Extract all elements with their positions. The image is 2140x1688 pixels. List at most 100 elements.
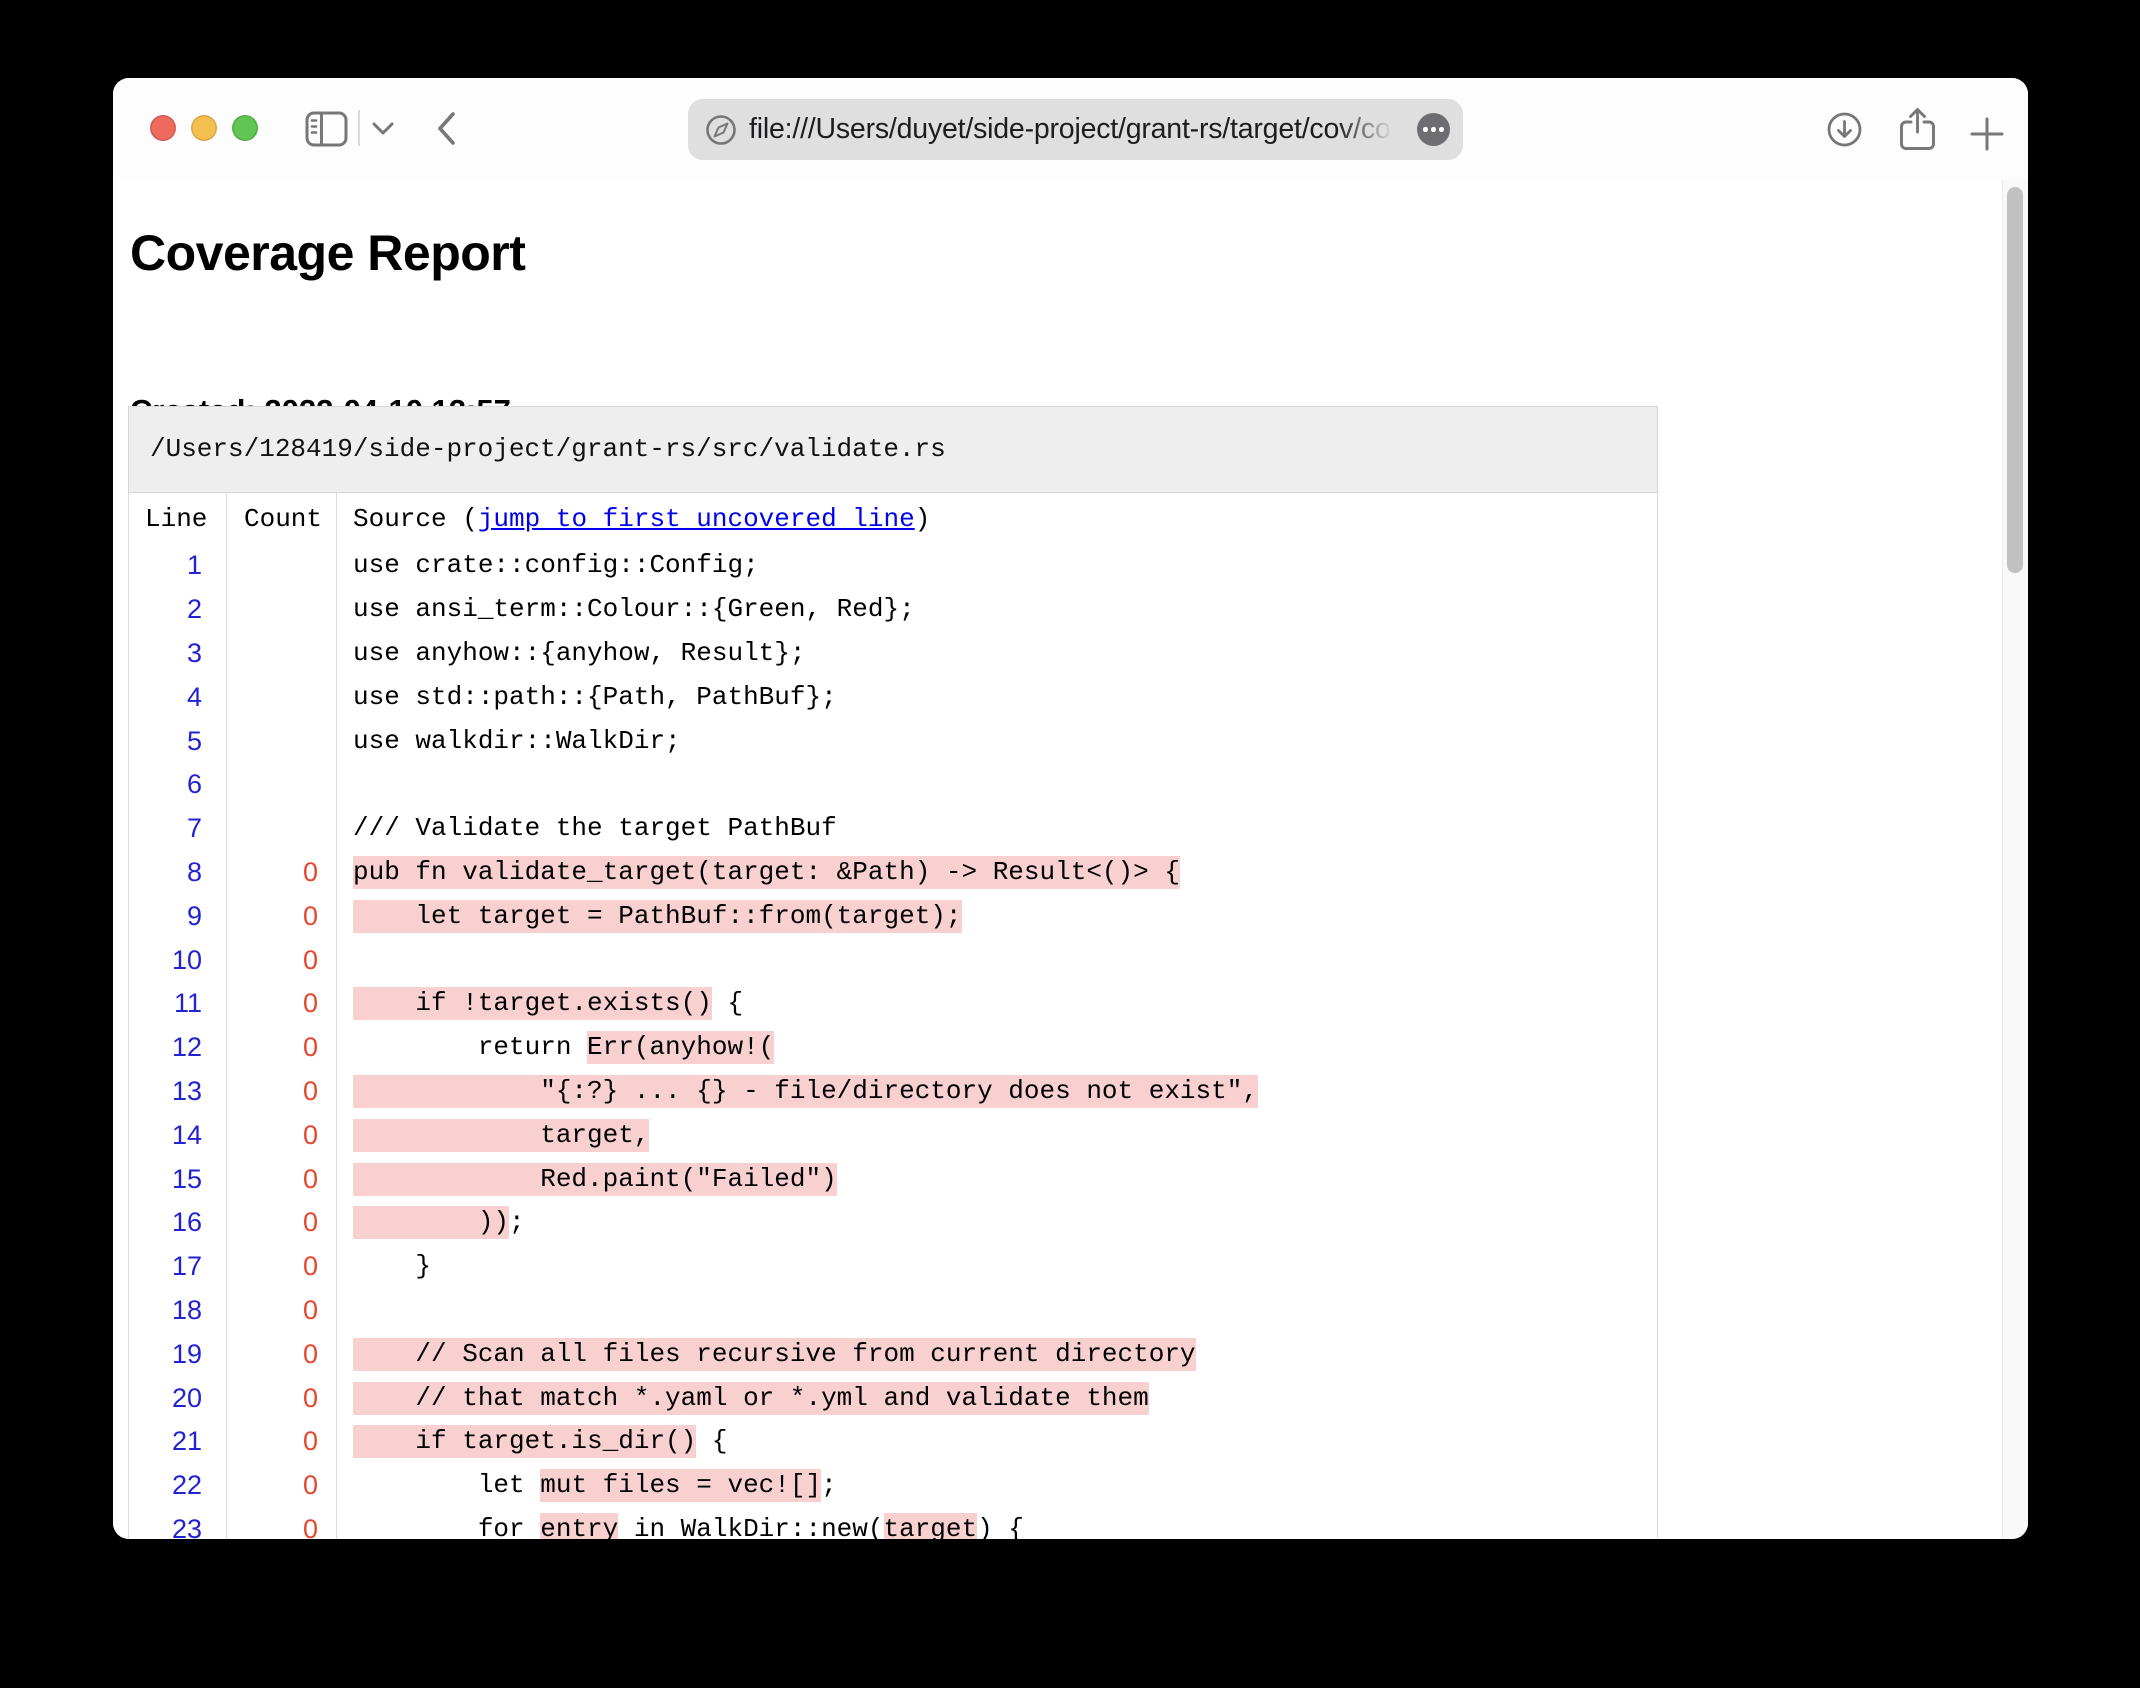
line-number-link[interactable]: 20 xyxy=(129,1376,227,1420)
line-number-link[interactable]: 4 xyxy=(129,675,227,719)
scrollbar-thumb[interactable] xyxy=(2007,187,2023,573)
uncovered-code-segment: pub fn validate_target(target: &Path) ->… xyxy=(353,856,1180,889)
code-segment: { xyxy=(712,987,743,1020)
browser-window: file:///Users/duyet/side-project/grant-r… xyxy=(113,78,2028,1539)
execution-count: 0 xyxy=(227,1420,337,1464)
table-header-row: Line Count Source (jump to first uncover… xyxy=(129,493,1657,544)
scrollbar[interactable] xyxy=(2002,180,2028,1539)
code-segment: use anyhow::{anyhow, Result}; xyxy=(353,637,805,670)
line-number-link[interactable]: 2 xyxy=(129,588,227,632)
source-file-header: /Users/128419/side-project/grant-rs/src/… xyxy=(128,406,1658,493)
source-code-line: use anyhow::{anyhow, Result}; xyxy=(337,632,1657,676)
table-row: 100 xyxy=(129,938,1657,982)
uncovered-code-segment: target xyxy=(884,1513,978,1539)
line-number-link[interactable]: 18 xyxy=(129,1289,227,1333)
code-segment: /// Validate the target PathBuf xyxy=(353,812,837,845)
tab-overview-chevron-button[interactable] xyxy=(371,121,395,136)
line-number-link[interactable]: 5 xyxy=(129,719,227,763)
back-button[interactable] xyxy=(435,111,457,146)
source-code-line: pub fn validate_target(target: &Path) ->… xyxy=(337,851,1657,895)
uncovered-code-segment: // Scan all files recursive from current… xyxy=(353,1338,1196,1371)
code-segment: return xyxy=(353,1031,587,1064)
execution-count: 0 xyxy=(227,1070,337,1114)
line-number-link[interactable]: 23 xyxy=(129,1508,227,1539)
line-number-link[interactable]: 21 xyxy=(129,1420,227,1464)
page-settings-button[interactable] xyxy=(1417,113,1450,146)
execution-count: 0 xyxy=(227,1245,337,1289)
source-code-line: if target.is_dir() { xyxy=(337,1420,1657,1464)
code-segment: use std::path::{Path, PathBuf}; xyxy=(353,681,837,714)
table-row: 210 if target.is_dir() { xyxy=(129,1420,1657,1464)
plus-icon xyxy=(1970,117,2004,151)
share-icon xyxy=(1897,107,1938,152)
line-number-link[interactable]: 7 xyxy=(129,807,227,851)
execution-count: 0 xyxy=(227,1201,337,1245)
compass-icon xyxy=(705,114,737,146)
code-segment: use ansi_term::Colour::{Green, Red}; xyxy=(353,593,915,626)
table-row: 190 // Scan all files recursive from cur… xyxy=(129,1332,1657,1376)
table-row: 7 /// Validate the target PathBuf xyxy=(129,807,1657,851)
new-tab-button[interactable] xyxy=(1970,117,2004,151)
toolbar-separator xyxy=(358,110,360,146)
address-bar[interactable]: file:///Users/duyet/side-project/grant-r… xyxy=(688,99,1463,160)
source-code-line: )); xyxy=(337,1201,1657,1245)
source-code-line xyxy=(337,938,1657,982)
table-row: 160 )); xyxy=(129,1201,1657,1245)
execution-count: 0 xyxy=(227,1289,337,1333)
jump-to-uncovered-link[interactable]: jump to first uncovered line xyxy=(478,504,915,534)
line-number-link[interactable]: 12 xyxy=(129,1026,227,1070)
source-code-line: /// Validate the target PathBuf xyxy=(337,807,1657,851)
code-segment: { xyxy=(696,1425,727,1458)
table-row: 230 for entry in WalkDir::new(target) { xyxy=(129,1508,1657,1539)
code-segment: ; xyxy=(821,1469,837,1502)
execution-count xyxy=(227,719,337,763)
line-number-link[interactable]: 15 xyxy=(129,1157,227,1201)
table-row: 80 pub fn validate_target(target: &Path) … xyxy=(129,851,1657,895)
source-file-path: /Users/128419/side-project/grant-rs/src/… xyxy=(129,407,1657,491)
line-number-link[interactable]: 17 xyxy=(129,1245,227,1289)
line-number-link[interactable]: 14 xyxy=(129,1113,227,1157)
source-code-line: use crate::config::Config; xyxy=(337,544,1657,588)
source-code-line: return Err(anyhow!( xyxy=(337,1026,1657,1070)
line-number-link[interactable]: 10 xyxy=(129,938,227,982)
column-header-source: Source (jump to first uncovered line) xyxy=(337,493,1657,544)
code-segment: for xyxy=(353,1513,540,1539)
table-row: 130 "{:?} ... {} - file/directory does n… xyxy=(129,1070,1657,1114)
execution-count xyxy=(227,632,337,676)
line-number-link[interactable]: 9 xyxy=(129,894,227,938)
line-number-link[interactable]: 22 xyxy=(129,1464,227,1508)
uncovered-code-segment: mut files = vec![] xyxy=(540,1469,821,1502)
source-code-line: let mut files = vec![]; xyxy=(337,1464,1657,1508)
line-number-link[interactable]: 1 xyxy=(129,544,227,588)
line-number-link[interactable]: 16 xyxy=(129,1201,227,1245)
line-number-link[interactable]: 3 xyxy=(129,632,227,676)
share-button[interactable] xyxy=(1897,107,1938,152)
line-number-link[interactable]: 6 xyxy=(129,763,227,807)
line-number-link[interactable]: 19 xyxy=(129,1332,227,1376)
execution-count: 0 xyxy=(227,1376,337,1420)
line-number-link[interactable]: 8 xyxy=(129,851,227,895)
uncovered-code-segment: target, xyxy=(353,1119,649,1152)
execution-count: 0 xyxy=(227,1157,337,1201)
execution-count: 0 xyxy=(227,894,337,938)
close-window-button[interactable] xyxy=(150,115,176,141)
sidebar-toggle-button[interactable] xyxy=(305,111,348,147)
downloads-button[interactable] xyxy=(1826,111,1863,148)
source-code-line xyxy=(337,1289,1657,1333)
code-segment: } xyxy=(353,1250,431,1283)
uncovered-code-segment: )) xyxy=(353,1206,509,1239)
line-number-link[interactable]: 11 xyxy=(129,982,227,1026)
table-row: 120 return Err(anyhow!( xyxy=(129,1026,1657,1070)
code-segment: let xyxy=(353,1469,540,1502)
source-code-line: for entry in WalkDir::new(target) { xyxy=(337,1508,1657,1539)
line-number-link[interactable]: 13 xyxy=(129,1070,227,1114)
execution-count: 0 xyxy=(227,851,337,895)
url-text[interactable]: file:///Users/duyet/side-project/grant-r… xyxy=(749,99,1407,160)
back-chevron-icon xyxy=(435,111,457,146)
execution-count xyxy=(227,544,337,588)
coverage-report-page: Coverage Report Created: 2022-04-10 12:5… xyxy=(113,180,2028,1539)
code-segment: ; xyxy=(509,1206,525,1239)
minimize-window-button[interactable] xyxy=(191,115,217,141)
table-row: 150 Red.paint("Failed") xyxy=(129,1157,1657,1201)
zoom-window-button[interactable] xyxy=(232,115,258,141)
